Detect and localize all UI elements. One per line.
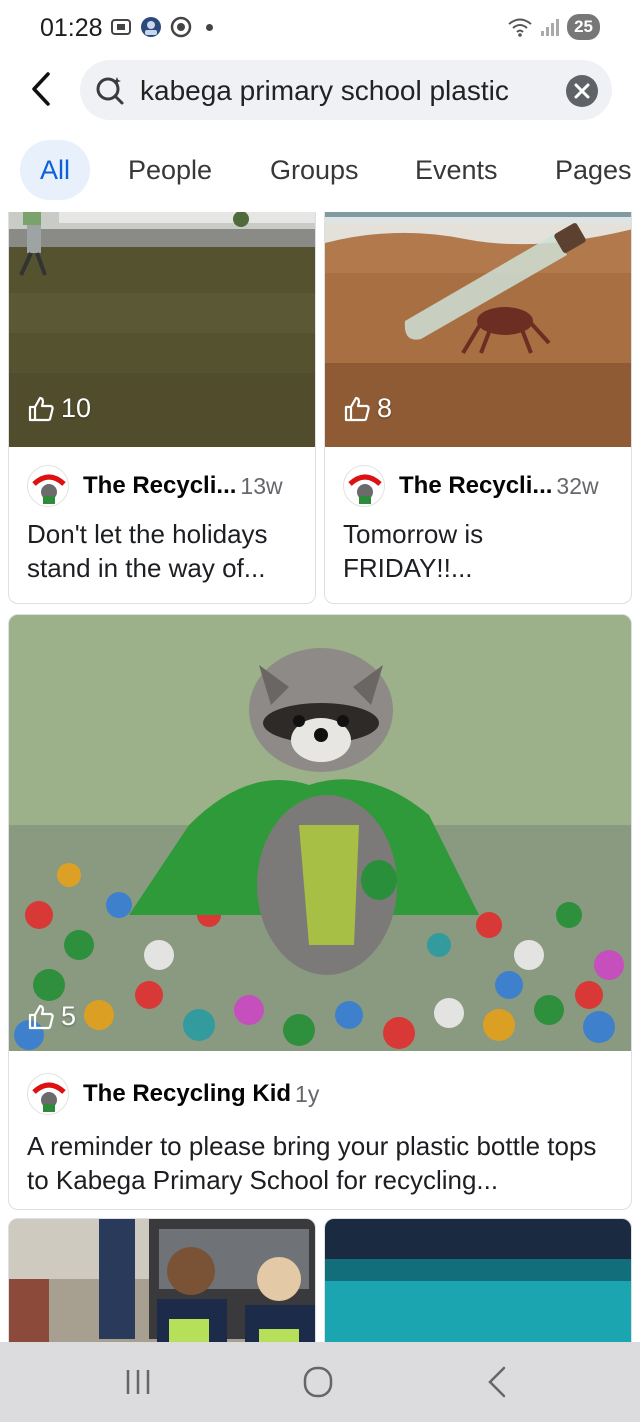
recording-icon: [170, 16, 192, 38]
thumbs-up-icon: [344, 396, 370, 421]
result-card[interactable]: 5 The Recycling Kid 1y A reminder to ple…: [8, 614, 632, 1210]
result-card[interactable]: 8 The Recycli... 32w Tomorrow is FRIDAY!…: [324, 212, 632, 604]
raccoon-bottle-caps-photo: [9, 615, 631, 1051]
like-count-value: 8: [377, 393, 393, 423]
search-filter-tabs: All People Groups Events Pages: [20, 140, 640, 202]
thumbs-up-icon: [28, 1004, 54, 1029]
like-count: 10: [27, 393, 91, 424]
like-count-value: 10: [61, 393, 92, 423]
post-text[interactable]: Tomorrow is FRIDAY!!...: [343, 517, 615, 585]
post-meta: The Recycli... 32w: [343, 465, 599, 507]
tab-pages[interactable]: Pages: [535, 140, 640, 200]
post-text[interactable]: A reminder to please bring your plastic …: [27, 1129, 615, 1197]
tab-events[interactable]: Events: [395, 140, 518, 200]
status-bar: 01:28 25: [0, 0, 640, 56]
app-avatar-icon: [141, 17, 161, 37]
page-avatar[interactable]: [343, 465, 385, 507]
tab-all[interactable]: All: [20, 140, 91, 200]
status-notification-icons: [110, 16, 213, 38]
post-text[interactable]: Don't let the holidays stand in the way …: [27, 517, 299, 585]
back-arrow-icon[interactable]: [22, 66, 62, 112]
recycling-kid-logo-icon: [348, 474, 382, 504]
school-children-photo: [9, 1219, 315, 1342]
post-meta: The Recycli... 13w: [27, 465, 283, 507]
signal-icon: [541, 19, 560, 36]
post-image[interactable]: [9, 1219, 315, 1342]
search-input[interactable]: kabega primary school plastic: [140, 75, 560, 107]
tab-people[interactable]: People: [108, 140, 232, 200]
post-age: 13w: [240, 472, 283, 499]
result-card[interactable]: [8, 1218, 316, 1342]
status-time: 01:28: [40, 14, 103, 42]
result-card[interactable]: 10 The Recycli... 13w Don't let the holi…: [8, 212, 316, 604]
like-count: 8: [343, 393, 392, 424]
post-author[interactable]: The Recycli...: [83, 472, 236, 500]
post-author[interactable]: The Recycli...: [399, 472, 552, 500]
post-author[interactable]: The Recycling Kid: [83, 1080, 291, 1108]
post-image[interactable]: [9, 615, 631, 1051]
recycling-kid-logo-icon: [32, 474, 66, 504]
search-icon: [96, 77, 124, 105]
search-results-feed: 10 The Recycli... 13w Don't let the holi…: [0, 212, 640, 1342]
recent-apps-icon[interactable]: [118, 1364, 158, 1400]
thumbs-up-icon: [28, 396, 54, 421]
teal-fabric-photo: [325, 1219, 631, 1342]
close-icon: [574, 83, 590, 99]
home-icon[interactable]: [298, 1364, 338, 1400]
screenshot-icon: [111, 19, 131, 35]
back-icon[interactable]: [478, 1364, 518, 1400]
post-meta: The Recycling Kid 1y: [27, 1073, 319, 1115]
result-card[interactable]: [324, 1218, 632, 1342]
clear-search-button[interactable]: [566, 75, 598, 107]
system-navigation-bar: [0, 1342, 640, 1422]
more-notifications-dot: [206, 23, 213, 31]
recycling-kid-logo-icon: [32, 1082, 66, 1112]
search-bar[interactable]: kabega primary school plastic: [80, 60, 612, 120]
like-count-value: 5: [61, 1001, 77, 1031]
post-age: 1y: [295, 1080, 320, 1107]
tab-groups[interactable]: Groups: [250, 140, 379, 200]
post-age: 32w: [556, 472, 599, 499]
battery-level: 25: [567, 14, 600, 40]
post-image[interactable]: [325, 1219, 631, 1342]
wifi-icon: [508, 18, 532, 37]
page-avatar[interactable]: [27, 1073, 69, 1115]
page-avatar[interactable]: [27, 465, 69, 507]
status-system-icons: 25: [507, 14, 600, 40]
like-count: 5: [27, 1001, 76, 1032]
